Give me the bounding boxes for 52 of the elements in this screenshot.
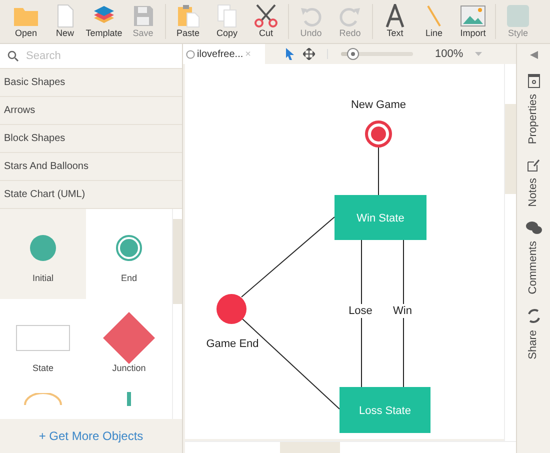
toolbar-button[interactable]: Text xyxy=(377,4,413,39)
image-icon xyxy=(460,4,486,28)
toolbar-button[interactable]: Template xyxy=(86,4,122,39)
scrollbar[interactable] xyxy=(172,209,182,419)
share-icon xyxy=(526,308,542,324)
slider-thumb[interactable] xyxy=(347,48,360,60)
tab-title: ilovefree... xyxy=(197,48,244,62)
junction-node xyxy=(216,294,246,324)
connector-line xyxy=(378,146,379,196)
bar-icon xyxy=(127,392,131,406)
scrollbar[interactable] xyxy=(185,441,516,453)
toolbar-button[interactable]: Line xyxy=(416,4,452,39)
speech-bubbles-icon xyxy=(526,220,542,235)
search-icon xyxy=(7,50,19,62)
side-panel-tab[interactable]: Share xyxy=(525,308,542,360)
node-label: New Game xyxy=(350,99,406,111)
panel-icon xyxy=(528,74,540,88)
ringed-circle-icon xyxy=(115,234,143,262)
end-node xyxy=(365,120,392,148)
toolbar-button[interactable]: Copy xyxy=(209,4,245,39)
move-icon[interactable] xyxy=(303,48,315,60)
filled-circle-icon xyxy=(29,234,57,262)
toolbar-button[interactable]: New xyxy=(47,4,83,39)
edge-label: Lose xyxy=(348,305,372,317)
edge-label: Win xyxy=(393,305,412,317)
note-icon xyxy=(526,158,540,172)
circle-outline-icon xyxy=(23,393,63,405)
toolbar-button[interactable]: Paste xyxy=(170,4,206,39)
clipboard-icon xyxy=(175,4,201,28)
document-tab[interactable]: ilovefree... × xyxy=(183,44,265,64)
search-input[interactable]: Search xyxy=(26,44,182,68)
toolbar-button[interactable]: Cut xyxy=(248,4,284,39)
rectangle-icon xyxy=(16,325,70,352)
pointer-icon[interactable] xyxy=(285,48,295,60)
zoom-reading: 100% xyxy=(435,46,464,62)
side-panel-tab[interactable]: Comments xyxy=(525,220,542,294)
style-icon xyxy=(505,4,531,28)
scissors-icon xyxy=(253,4,279,28)
node-label: Win State xyxy=(356,212,404,224)
node-label: Loss State xyxy=(359,405,411,417)
side-panel-tab[interactable]: Properties xyxy=(525,74,542,144)
scrollbar[interactable] xyxy=(504,64,516,441)
search-field[interactable]: Search xyxy=(0,44,182,69)
caret-icon[interactable] xyxy=(475,52,482,56)
collapse-arrow-icon[interactable] xyxy=(528,50,538,60)
toolbar-button[interactable]: Import xyxy=(455,4,491,39)
toolbar-button[interactable]: Open xyxy=(8,4,44,39)
side-panel-tab[interactable]: Notes xyxy=(525,158,542,207)
diamond-icon xyxy=(103,312,155,364)
node-label: Game End xyxy=(206,338,259,350)
shape-tile[interactable]: Initial xyxy=(0,209,86,299)
circle-icon xyxy=(186,50,195,58)
